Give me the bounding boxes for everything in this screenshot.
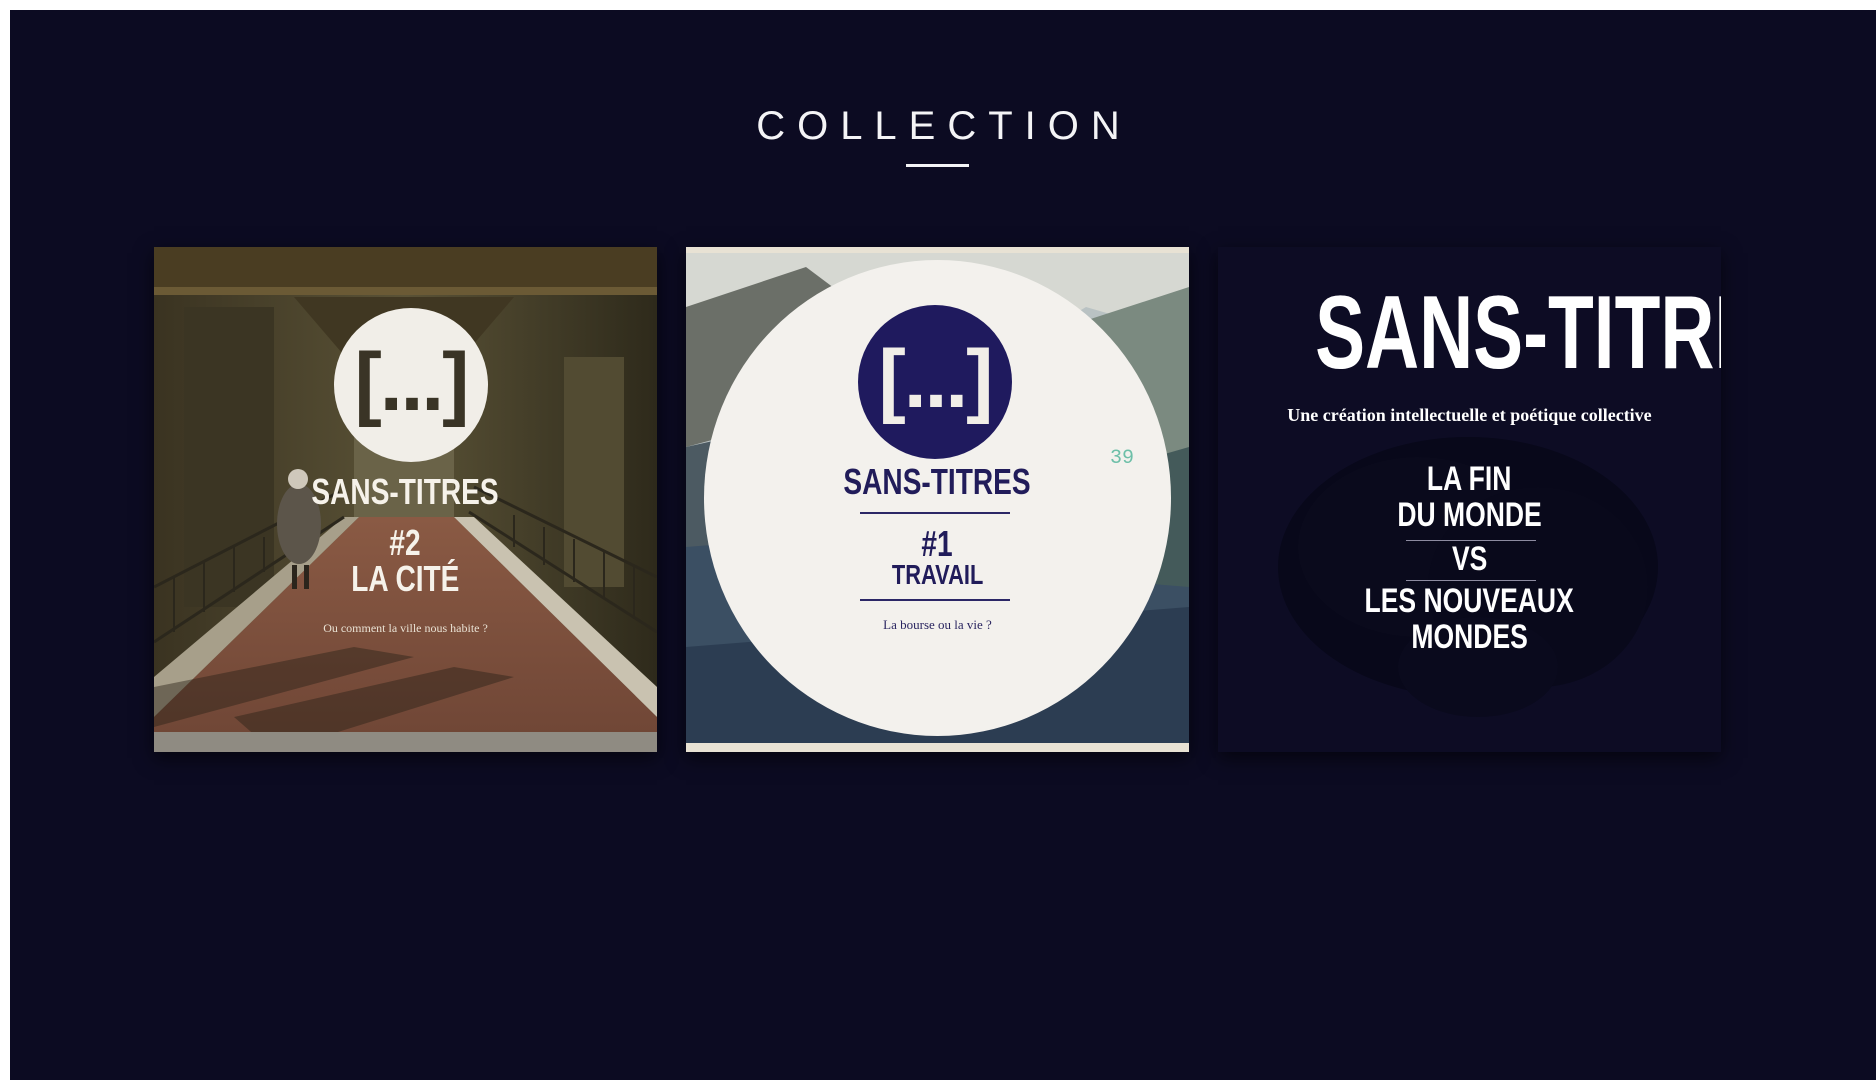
title-line-4: MONDES [1411,618,1528,656]
heading-underline [906,164,969,167]
divider [860,512,1010,514]
cover-brand-name: SANS-TITRES [843,461,1032,502]
versus-label: VS [1451,540,1488,578]
section-heading: COLLECTION [756,104,1132,148]
title-line-3: LES NOUVEAUX [1364,582,1575,620]
brand-logo-mark: [...] [354,337,470,428]
issue-tagline: La bourse ou la vie ? [883,617,992,632]
collection-cover-la-cite[interactable]: [...] SANS-TITRES #2 LA CITÉ Ou comment … [154,247,657,752]
issue-title: TRAVAIL [891,559,984,590]
brand-logo-mark: [...] [878,334,994,425]
cover-brand-name: SANS-TITRES [311,471,500,512]
title-line-2: DU MONDE [1397,496,1542,534]
divider [1406,580,1536,581]
brand-logo-circle: [...] [334,308,488,462]
cover-brand-name: SANS-TITRES [1315,275,1721,391]
brand-logo-circle: [...] [858,305,1012,459]
issue-tagline: Ou comment la ville nous habite ? [323,621,488,635]
cover-subtitle: Une création intellectuelle et poétique … [1287,405,1652,425]
collection-cover-travail[interactable]: 39 [...] SANS-TITRES #1 TRAVAIL La bours… [686,247,1189,752]
issue-title: LA CITÉ [351,558,460,599]
collection-cover-fin-du-monde[interactable]: SANS-TITRES Une création intellectuelle … [1218,247,1721,752]
issue-number: #2 [389,522,422,563]
divider [860,599,1010,601]
title-line-1: LA FIN [1427,460,1512,498]
